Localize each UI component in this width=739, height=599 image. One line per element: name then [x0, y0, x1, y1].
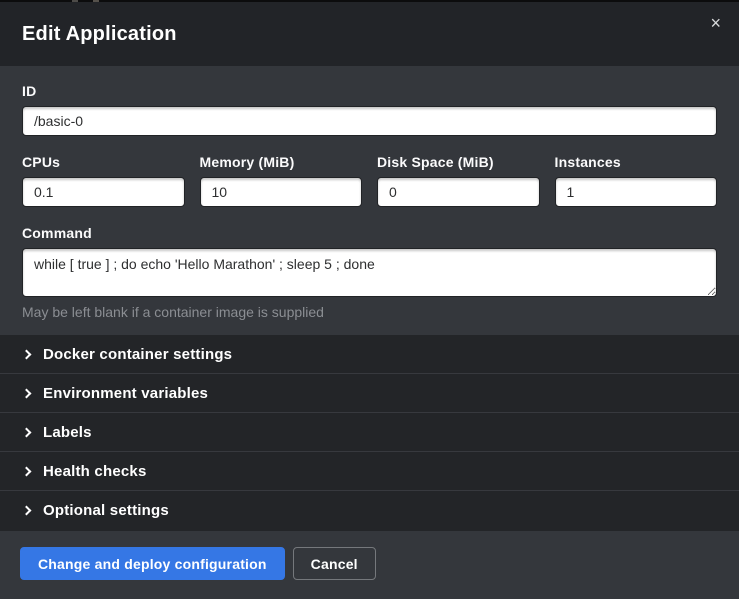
- section-docker-container-settings[interactable]: Docker container settings: [0, 335, 739, 374]
- resources-row: CPUs Memory (MiB) Disk Space (MiB) Insta…: [22, 155, 717, 207]
- disk-field-group: Disk Space (MiB): [377, 155, 540, 207]
- edit-application-modal: Edit Application × ID CPUs Memory (MiB) …: [0, 0, 739, 599]
- section-label: Environment variables: [43, 385, 208, 402]
- id-label: ID: [22, 84, 717, 98]
- cpus-input[interactable]: [22, 177, 185, 207]
- id-field-group: ID: [22, 84, 717, 136]
- section-label: Docker container settings: [43, 346, 232, 363]
- disk-input[interactable]: [377, 177, 540, 207]
- section-labels[interactable]: Labels: [0, 413, 739, 452]
- memory-label: Memory (MiB): [200, 155, 363, 169]
- modal-title: Edit Application: [22, 23, 177, 46]
- cancel-button[interactable]: Cancel: [293, 547, 376, 580]
- modal-body: ID CPUs Memory (MiB) Disk Space (MiB) In…: [0, 66, 739, 335]
- instances-input[interactable]: [555, 177, 718, 207]
- instances-field-group: Instances: [555, 155, 718, 207]
- change-and-deploy-button[interactable]: Change and deploy configuration: [20, 547, 285, 580]
- command-field-group: Command while [ true ] ; do echo 'Hello …: [22, 226, 717, 320]
- section-label: Labels: [43, 424, 92, 441]
- modal-header: Edit Application ×: [0, 2, 739, 66]
- cpus-label: CPUs: [22, 155, 185, 169]
- memory-field-group: Memory (MiB): [200, 155, 363, 207]
- section-label: Optional settings: [43, 502, 169, 519]
- accordion-sections: Docker container settings Environment va…: [0, 335, 739, 531]
- memory-input[interactable]: [200, 177, 363, 207]
- chevron-right-icon: [22, 388, 32, 398]
- chevron-right-icon: [22, 506, 32, 516]
- disk-label: Disk Space (MiB): [377, 155, 540, 169]
- command-help-text: May be left blank if a container image i…: [22, 304, 717, 320]
- instances-label: Instances: [555, 155, 718, 169]
- chevron-right-icon: [22, 466, 32, 476]
- command-textarea[interactable]: while [ true ] ; do echo 'Hello Marathon…: [22, 248, 717, 297]
- section-label: Health checks: [43, 463, 146, 480]
- section-environment-variables[interactable]: Environment variables: [0, 374, 739, 413]
- chevron-right-icon: [22, 427, 32, 437]
- cpus-field-group: CPUs: [22, 155, 185, 207]
- modal-footer: Change and deploy configuration Cancel: [0, 531, 739, 599]
- chevron-right-icon: [22, 349, 32, 359]
- section-optional-settings[interactable]: Optional settings: [0, 491, 739, 530]
- section-health-checks[interactable]: Health checks: [0, 452, 739, 491]
- id-input[interactable]: [22, 106, 717, 136]
- command-label: Command: [22, 226, 717, 240]
- close-icon[interactable]: ×: [706, 12, 725, 34]
